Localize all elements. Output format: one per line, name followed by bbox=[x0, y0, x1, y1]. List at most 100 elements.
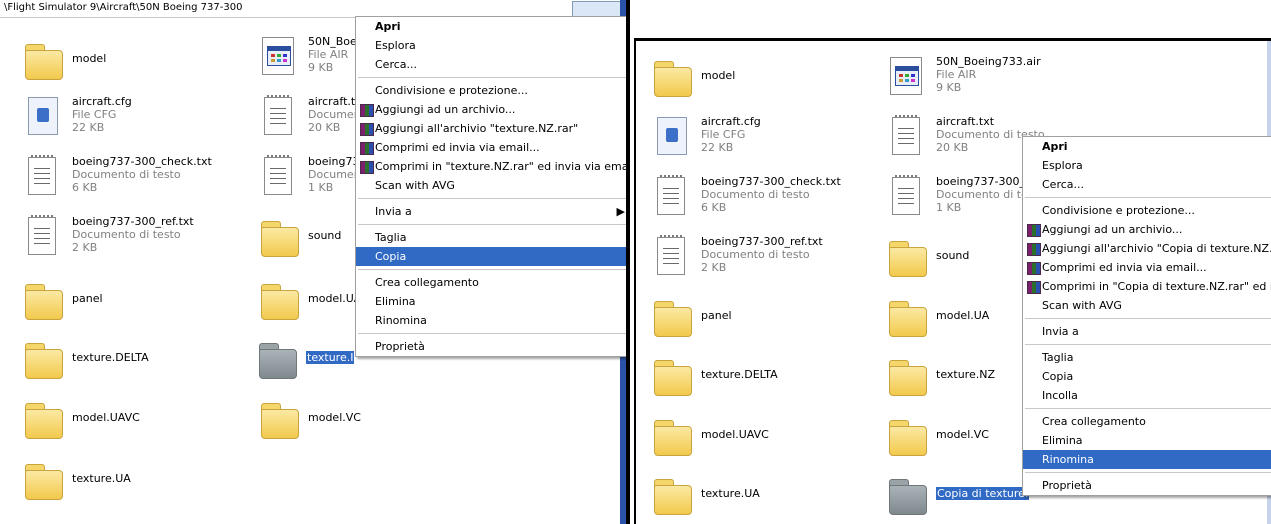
menu-item[interactable]: Taglia bbox=[356, 228, 626, 247]
file-item[interactable]: panel bbox=[651, 295, 871, 345]
cfg-file-icon bbox=[22, 95, 62, 139]
menu-item[interactable]: Invia a ▶ bbox=[356, 202, 626, 221]
file-type: Documento di testo bbox=[701, 188, 810, 201]
menu-item[interactable]: Esplora bbox=[1023, 156, 1271, 175]
menu-item[interactable]: Crea collegamento bbox=[356, 273, 626, 292]
file-label: boeing737-300_ref.txt Documento di testo 2… bbox=[701, 235, 823, 274]
file-label: aircraft.t Documen 20 KB bbox=[308, 95, 361, 134]
menu-item[interactable]: Scan with AVG bbox=[1023, 296, 1271, 315]
menu-item[interactable]: Apri bbox=[1023, 137, 1271, 156]
file-item[interactable]: texture.UA bbox=[651, 473, 871, 523]
file-item[interactable]: aircraft.cfg File CFG 22 KB bbox=[22, 95, 242, 145]
file-item[interactable]: texture.I bbox=[256, 337, 366, 387]
menu-item[interactable]: Comprimi ed invia via email... bbox=[356, 138, 626, 157]
file-item[interactable]: boeing737-300_ref.txt Documento di testo 2… bbox=[651, 235, 871, 285]
menu-item[interactable]: Cerca... bbox=[1023, 175, 1271, 194]
folder-icon bbox=[258, 278, 299, 322]
menu-item-label: Aggiungi ad un archivio... bbox=[375, 103, 516, 116]
file-type: Documento di testo bbox=[701, 248, 810, 261]
menu-item-label: Apri bbox=[1042, 140, 1068, 153]
file-name: model.UAVC bbox=[701, 428, 769, 441]
file-item[interactable]: 50N_Boe File AIR 9 KB bbox=[258, 35, 357, 85]
file-type: Documento di testo bbox=[72, 228, 181, 241]
menu-item[interactable]: Proprietà bbox=[356, 337, 626, 356]
file-item[interactable]: boeing73 Documer 1 KB bbox=[258, 155, 360, 205]
file-item[interactable]: model bbox=[651, 55, 871, 105]
air-file-icon bbox=[886, 55, 926, 99]
file-name: aircraft.cfg bbox=[72, 95, 132, 108]
menu-item[interactable]: Copia bbox=[1023, 367, 1271, 386]
menu-item-label: Copia bbox=[1042, 370, 1074, 383]
file-label: boeing737-300_r Documento di tes 1 KB bbox=[936, 175, 1034, 214]
menu-item[interactable]: Proprietà bbox=[1023, 476, 1271, 495]
menu-item[interactable]: Rinomina bbox=[356, 311, 626, 330]
text-file-icon bbox=[258, 155, 298, 199]
menu-item[interactable]: Elimina bbox=[356, 292, 626, 311]
menu-item[interactable]: Condivisione e protezione... bbox=[1023, 201, 1271, 220]
file-item[interactable]: model bbox=[22, 38, 242, 88]
text-file-icon bbox=[258, 95, 298, 139]
air-file-icon bbox=[258, 35, 298, 79]
file-item[interactable]: texture.DELTA bbox=[651, 354, 871, 404]
menu-item-label: Aggiungi all'archivio "texture.NZ.rar" bbox=[375, 122, 579, 135]
file-item[interactable]: boeing737-300_check.txt Documento di test… bbox=[651, 175, 871, 225]
menu-item[interactable]: Aggiungi ad un archivio... bbox=[1023, 220, 1271, 239]
file-item[interactable]: Copia di texture. bbox=[886, 473, 1030, 523]
menu-separator bbox=[1025, 344, 1271, 345]
menu-item[interactable]: Comprimi ed invia via email... bbox=[1023, 258, 1271, 277]
menu-separator bbox=[1025, 472, 1271, 473]
menu-item[interactable]: Incolla bbox=[1023, 386, 1271, 405]
file-item[interactable]: aircraft.cfg File CFG 22 KB bbox=[651, 115, 871, 165]
file-item[interactable]: model.VC bbox=[258, 397, 368, 447]
menu-item[interactable]: Elimina bbox=[1023, 431, 1271, 450]
file-item[interactable]: model.UA bbox=[258, 278, 361, 328]
menu-item[interactable]: Aggiungi ad un archivio... bbox=[356, 100, 626, 119]
file-label: texture.NZ bbox=[936, 368, 995, 381]
file-item[interactable]: boeing737-300_ref.txt Documento di testo 2… bbox=[22, 215, 242, 265]
file-item[interactable]: model.UAVC bbox=[22, 397, 242, 447]
menu-item[interactable]: Invia a bbox=[1023, 322, 1271, 341]
file-item[interactable]: texture.UA bbox=[22, 458, 242, 508]
file-item[interactable]: aircraft.t Documen 20 KB bbox=[258, 95, 361, 145]
menu-item[interactable]: Taglia bbox=[1023, 348, 1271, 367]
menu-item[interactable]: Comprimi in "texture.NZ.rar" ed invia vi… bbox=[356, 157, 626, 176]
file-item[interactable]: boeing737-300_r Documento di tes 1 KB bbox=[886, 175, 1034, 225]
menu-item[interactable]: Esplora bbox=[356, 36, 626, 55]
file-type: Documer bbox=[308, 168, 359, 181]
menu-item[interactable]: Aggiungi all'archivio "Copia di texture.… bbox=[1023, 239, 1271, 258]
menu-item[interactable]: Crea collegamento bbox=[1023, 412, 1271, 431]
menu-item[interactable]: Apri bbox=[356, 17, 626, 36]
file-item[interactable]: sound bbox=[258, 215, 348, 265]
file-name: aircraft.cfg bbox=[701, 115, 761, 128]
file-label: model.UA bbox=[308, 292, 361, 305]
menu-item[interactable]: Rinomina bbox=[1023, 450, 1271, 469]
file-label: panel bbox=[72, 292, 103, 305]
menu-item[interactable]: Aggiungi all'archivio "texture.NZ.rar" bbox=[356, 119, 626, 138]
file-item[interactable]: model.UAVC bbox=[651, 414, 871, 464]
file-item[interactable]: panel bbox=[22, 278, 242, 328]
file-size: 1 KB bbox=[936, 201, 962, 214]
file-label: boeing73 Documer 1 KB bbox=[308, 155, 360, 194]
menu-item-label: Aggiungi ad un archivio... bbox=[1042, 223, 1183, 236]
menu-item[interactable]: Comprimi in "Copia di texture.NZ.rar" ed… bbox=[1023, 277, 1271, 296]
file-item[interactable]: boeing737-300_check.txt Documento di test… bbox=[22, 155, 242, 205]
file-item[interactable]: texture.DELTA bbox=[22, 337, 242, 387]
text-file-icon bbox=[886, 175, 926, 219]
file-label: sound bbox=[308, 229, 341, 242]
winrar-icon bbox=[360, 123, 374, 136]
file-name: model bbox=[701, 69, 736, 82]
file-label: model bbox=[701, 69, 735, 82]
file-item[interactable]: 50N_Boeing733.air File AIR 9 KB bbox=[886, 55, 1106, 105]
winrar-icon bbox=[360, 104, 374, 117]
file-name: boeing73 bbox=[308, 155, 360, 168]
file-name: boeing737-300_r bbox=[936, 175, 1030, 188]
menu-item[interactable]: Cerca... bbox=[356, 55, 626, 74]
menu-item[interactable]: Copia bbox=[356, 247, 626, 266]
menu-item-label: Taglia bbox=[375, 231, 407, 244]
menu-item[interactable]: Scan with AVG bbox=[356, 176, 626, 195]
folder-icon bbox=[22, 458, 63, 502]
file-item[interactable]: aircraft.txt Documento di testo 20 KB bbox=[886, 115, 1045, 165]
menu-item-label: Invia a bbox=[375, 205, 412, 218]
go-button[interactable] bbox=[572, 1, 622, 17]
menu-item[interactable]: Condivisione e protezione... bbox=[356, 81, 626, 100]
